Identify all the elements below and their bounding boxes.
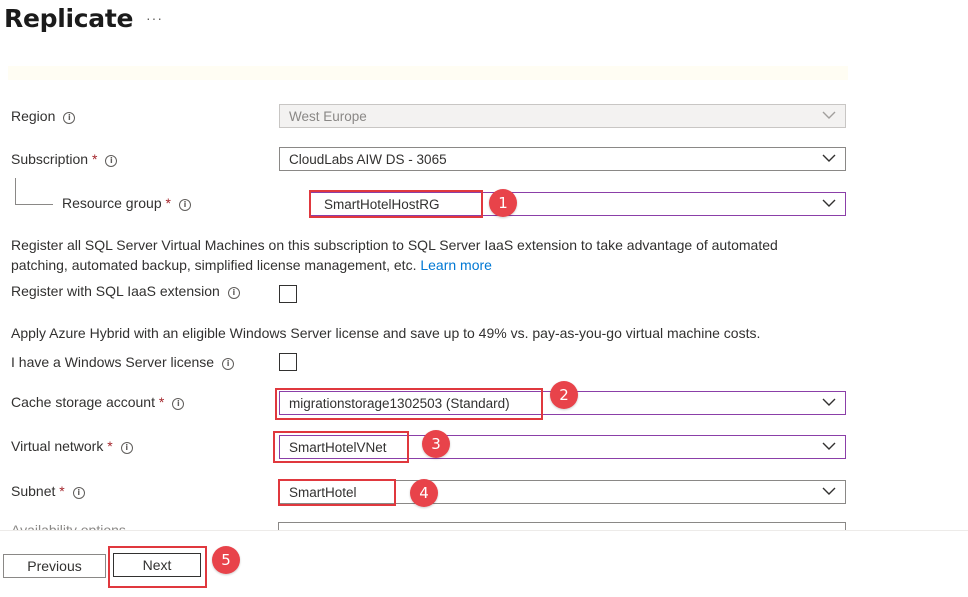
- sql-register-label: Register with SQL IaaS extension i: [11, 283, 240, 299]
- region-value: West Europe: [289, 109, 367, 124]
- region-dropdown: West Europe: [279, 104, 846, 128]
- subscription-value: CloudLabs AIW DS - 3065: [289, 152, 447, 167]
- info-icon[interactable]: i: [178, 199, 191, 211]
- required-marker: *: [165, 195, 171, 211]
- sql-note-line1: Register all SQL Server Virtual Machines…: [11, 237, 778, 253]
- chevron-down-icon: [822, 111, 836, 119]
- subnet-label: Subnet * i: [11, 483, 85, 499]
- learn-more-link[interactable]: Learn more: [420, 257, 492, 273]
- annotation-badge-5: 5: [212, 546, 240, 574]
- info-icon[interactable]: i: [172, 398, 185, 410]
- region-label: Region i: [11, 108, 76, 124]
- chevron-down-icon: [822, 442, 836, 450]
- windows-license-checkbox[interactable]: [279, 353, 297, 371]
- chevron-down-icon: [822, 398, 836, 406]
- page-title: Replicate: [4, 4, 134, 33]
- sql-note-line2: patching, automated backup, simplified l…: [11, 257, 417, 273]
- chevron-down-icon: [822, 154, 836, 162]
- chevron-down-icon: [822, 487, 836, 495]
- sql-register-checkbox[interactable]: [279, 285, 297, 303]
- required-marker: *: [91, 151, 98, 167]
- annotation-highlight-5: [108, 546, 207, 588]
- required-marker: *: [158, 394, 165, 410]
- annotation-badge-2: 2: [550, 381, 578, 409]
- info-icon[interactable]: i: [222, 358, 235, 370]
- windows-license-label: I have a Windows Server license i: [11, 354, 235, 370]
- previous-button[interactable]: Previous: [3, 554, 106, 578]
- subnet-label-text: Subnet: [11, 483, 56, 499]
- subscription-dropdown[interactable]: CloudLabs AIW DS - 3065: [279, 147, 846, 171]
- cache-storage-label-text: Cache storage account: [11, 394, 155, 410]
- annotation-highlight-3: [273, 431, 409, 463]
- tree-connector-horizontal: [15, 204, 53, 205]
- info-icon[interactable]: i: [120, 442, 133, 454]
- tree-connector-vertical: [15, 178, 16, 204]
- sql-register-label-text: Register with SQL IaaS extension: [11, 283, 220, 299]
- hybrid-note: Apply Azure Hybrid with an eligible Wind…: [11, 325, 761, 341]
- info-icon[interactable]: i: [105, 155, 118, 167]
- availability-label: Availability options: [11, 522, 126, 530]
- virtual-network-label-text: Virtual network: [11, 438, 104, 454]
- annotation-badge-3: 3: [422, 430, 450, 458]
- annotation-highlight-4: [278, 479, 396, 506]
- availability-dropdown[interactable]: [278, 522, 846, 530]
- sql-note: Register all SQL Server Virtual Machines…: [11, 235, 911, 275]
- annotation-highlight-2: [275, 388, 543, 420]
- subscription-label: Subscription * i: [11, 151, 118, 167]
- annotation-badge-4: 4: [410, 479, 438, 507]
- windows-license-label-text: I have a Windows Server license: [11, 354, 215, 370]
- cache-storage-label: Cache storage account * i: [11, 394, 185, 410]
- annotation-highlight-1: [309, 190, 483, 218]
- footer-divider: [0, 530, 968, 531]
- subscription-label-text: Subscription: [11, 151, 89, 167]
- resource-group-label-text: Resource group: [62, 195, 162, 211]
- required-marker: *: [107, 438, 113, 454]
- annotation-badge-1: 1: [489, 189, 517, 217]
- more-options-button[interactable]: ···: [146, 10, 163, 26]
- info-icon[interactable]: i: [63, 112, 76, 124]
- info-icon[interactable]: i: [227, 287, 240, 299]
- resource-group-label: Resource group * i: [62, 195, 191, 211]
- virtual-network-label: Virtual network * i: [11, 438, 133, 454]
- info-banner: [8, 66, 848, 80]
- info-icon[interactable]: i: [72, 487, 85, 499]
- required-marker: *: [59, 483, 65, 499]
- chevron-down-icon: [822, 199, 836, 207]
- region-label-text: Region: [11, 108, 56, 124]
